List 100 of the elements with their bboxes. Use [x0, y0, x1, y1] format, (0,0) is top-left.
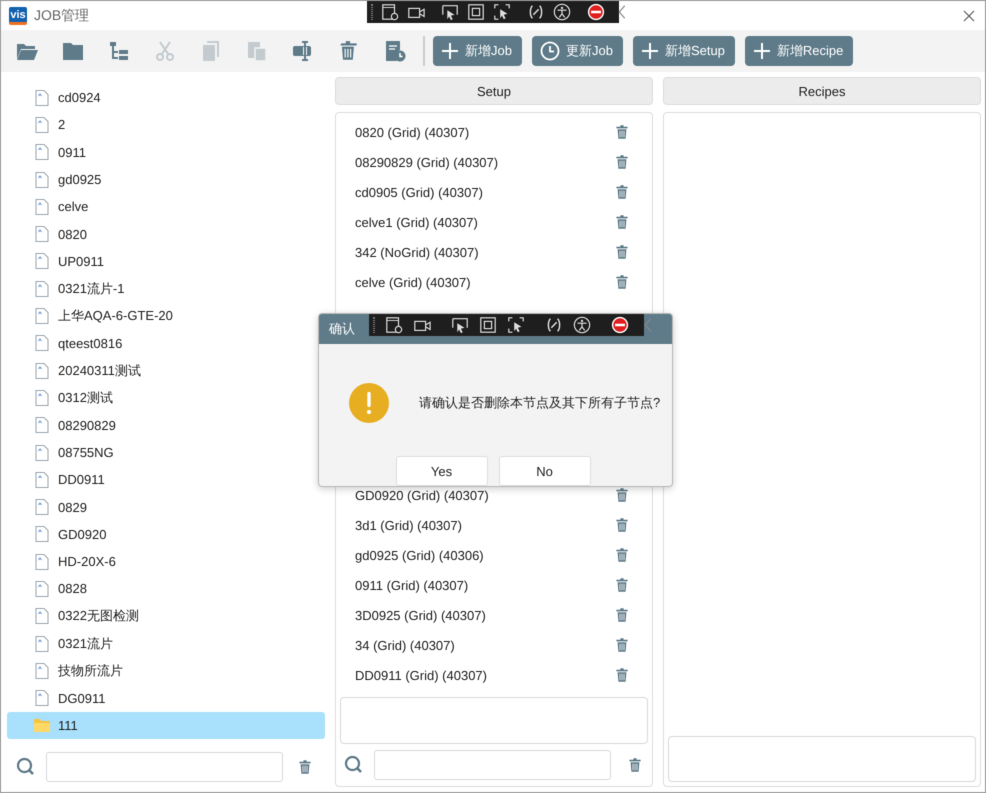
- toolbar-button[interactable]: 新增Job: [433, 36, 522, 66]
- toolbar-button[interactable]: 新增Setup: [632, 36, 735, 66]
- setup-item[interactable]: 0820 (Grid) (40307): [355, 124, 470, 140]
- setup-item[interactable]: celve (Grid) (40307): [355, 274, 471, 290]
- tree-item[interactable]: HD-20X-6: [7, 548, 325, 576]
- setup-item[interactable]: GD0920 (Grid) (40307): [355, 488, 489, 502]
- document-icon: [34, 417, 50, 434]
- tree-item[interactable]: 0911: [7, 138, 325, 166]
- toolbar-button[interactable]: 更新Job: [532, 36, 623, 66]
- trash-icon[interactable]: [614, 575, 630, 595]
- setup-item[interactable]: gd0925 (Grid) (40306): [355, 548, 484, 562]
- document-icon: [34, 472, 50, 488]
- accessibility-icon[interactable]: [573, 316, 591, 334]
- setup-item[interactable]: celve1 (Grid) (40307): [355, 214, 478, 230]
- close-icon[interactable]: [963, 10, 975, 22]
- trash-icon[interactable]: [614, 635, 630, 655]
- tree-item[interactable]: 0312测试: [7, 384, 325, 412]
- document-icon: [34, 144, 50, 160]
- setup-item[interactable]: 34 (Grid) (40307): [355, 638, 455, 652]
- tree-item[interactable]: 08755NG: [7, 438, 325, 466]
- tree-item[interactable]: cd0924: [7, 84, 325, 112]
- clock-icon: [540, 41, 560, 61]
- tree-item[interactable]: 0829: [7, 493, 325, 521]
- trash-icon[interactable]: [614, 152, 630, 172]
- document-icon: [34, 554, 50, 570]
- document-icon: [34, 390, 50, 406]
- search-field[interactable]: [46, 752, 283, 782]
- trash-icon[interactable]: [297, 757, 313, 777]
- window-title: JOB管理: [34, 6, 90, 24]
- tree-item[interactable]: 0321流片-1: [7, 275, 325, 302]
- frame-icon[interactable]: [479, 316, 497, 334]
- document-icon: [34, 308, 50, 324]
- stop-icon[interactable]: [611, 316, 629, 334]
- tree-icon[interactable]: [107, 39, 131, 63]
- toolbar-button[interactable]: 新增Recipe: [744, 36, 854, 66]
- search-icon[interactable]: [344, 755, 364, 775]
- setup-item[interactable]: 08290829 (Grid) (40307): [355, 154, 498, 170]
- schedule-icon[interactable]: [383, 39, 407, 63]
- column-header[interactable]: Recipes: [663, 77, 981, 105]
- app-logo: vis: [9, 6, 27, 24]
- pointer-select-icon[interactable]: [441, 3, 459, 21]
- region-select-icon[interactable]: [507, 316, 525, 334]
- trash-icon[interactable]: [614, 485, 630, 505]
- search-field[interactable]: [374, 750, 611, 780]
- tree-item[interactable]: 0820: [7, 220, 325, 248]
- folder-icon: [34, 718, 50, 732]
- setup-item[interactable]: DD0911 (Grid) (40307): [355, 668, 487, 682]
- pointer-select-icon[interactable]: [451, 316, 469, 334]
- tree-item[interactable]: 0322无图检测: [7, 602, 325, 630]
- tree-item[interactable]: GD0920: [7, 520, 325, 548]
- dialog-message: 请确认是否删除本节点及其下所有子节点?: [419, 394, 660, 412]
- accessibility-icon[interactable]: [553, 3, 571, 21]
- tree-item[interactable]: DG0911: [7, 684, 325, 712]
- document-icon: [34, 608, 50, 624]
- tree-item[interactable]: qteest0816: [7, 330, 325, 357]
- tree-item[interactable]: UP0911: [7, 248, 325, 276]
- tree-item[interactable]: 上华AQA-6-GTE-20: [7, 302, 325, 330]
- trash-icon[interactable]: [614, 665, 630, 685]
- document-icon: [34, 253, 50, 270]
- trash-icon[interactable]: [614, 212, 630, 232]
- column-header[interactable]: Setup: [335, 77, 653, 105]
- frame-icon[interactable]: [467, 3, 485, 21]
- region-select-icon[interactable]: [493, 3, 511, 21]
- warning-icon: [349, 383, 389, 423]
- tree-item[interactable]: 0321流片: [7, 630, 325, 658]
- setup-item[interactable]: 3D0925 (Grid) (40307): [355, 608, 486, 622]
- document-icon: [34, 444, 50, 460]
- dialog-button[interactable]: No: [498, 456, 590, 486]
- tree-item[interactable]: celve: [7, 193, 325, 220]
- trash-icon[interactable]: [614, 242, 630, 262]
- document-icon: [34, 335, 50, 352]
- tree-item[interactable]: DD0911: [7, 466, 325, 494]
- tree-item[interactable]: 111: [7, 712, 325, 740]
- dialog-title: 确认: [329, 320, 355, 338]
- trash-icon[interactable]: [614, 515, 630, 535]
- tree-item[interactable]: 2: [7, 111, 325, 139]
- document-icon: [34, 580, 50, 597]
- tree-item[interactable]: 技物所流片: [7, 657, 325, 685]
- trash-icon[interactable]: [627, 755, 643, 775]
- tree-item[interactable]: 20240311测试: [7, 356, 325, 384]
- trash-icon[interactable]: [614, 272, 630, 292]
- trash-icon[interactable]: [614, 545, 630, 565]
- stop-icon[interactable]: [587, 3, 605, 21]
- setup-item[interactable]: 342 (NoGrid) (40307): [355, 244, 479, 260]
- search-icon[interactable]: [16, 757, 36, 777]
- setup-item[interactable]: 3d1 (Grid) (40307): [355, 518, 462, 532]
- tree-item[interactable]: 08290829: [7, 412, 325, 439]
- binding-icon[interactable]: [527, 3, 545, 21]
- binding-icon[interactable]: [545, 316, 563, 334]
- setup-item[interactable]: 0911 (Grid) (40307): [355, 578, 468, 592]
- trash-icon[interactable]: [614, 122, 630, 142]
- setup-item[interactable]: cd0905 (Grid) (40307): [355, 184, 483, 200]
- document-icon: [34, 90, 50, 106]
- inspect-icon[interactable]: [381, 3, 399, 21]
- tree-item[interactable]: gd0925: [7, 166, 325, 194]
- tree-item[interactable]: 0828: [7, 575, 325, 603]
- trash-icon[interactable]: [614, 605, 630, 625]
- dialog-button[interactable]: Yes: [396, 456, 488, 486]
- trash-icon[interactable]: [614, 182, 630, 202]
- inspect-icon[interactable]: [385, 316, 403, 334]
